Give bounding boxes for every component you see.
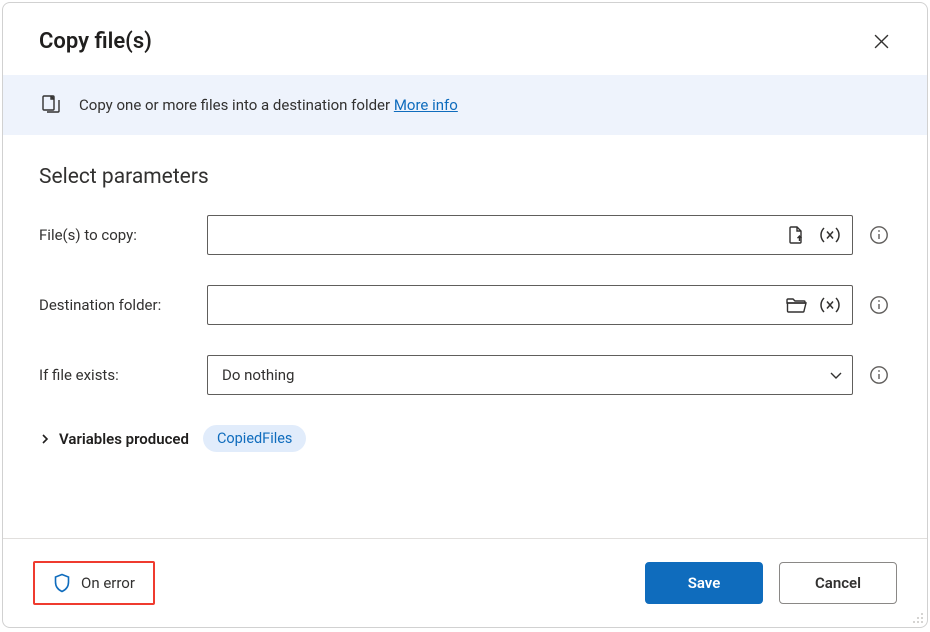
more-info-link[interactable]: More info (394, 96, 458, 114)
close-button[interactable] (865, 25, 897, 57)
variables-produced-toggle[interactable]: Variables produced (39, 430, 189, 448)
info-text: Copy one or more files into a destinatio… (79, 96, 458, 114)
files-to-copy-field[interactable] (207, 215, 853, 255)
variables-produced-label: Variables produced (59, 430, 189, 448)
insert-variable-button[interactable] (816, 291, 844, 319)
copy-files-dialog: Copy file(s) Copy one or more files into… (2, 2, 928, 628)
shield-icon (53, 573, 71, 593)
if-exists-value: Do nothing (222, 366, 822, 384)
destination-label: Destination folder: (39, 296, 207, 314)
dialog-body: Select parameters File(s) to copy: (3, 135, 927, 538)
files-to-copy-label: File(s) to copy: (39, 226, 207, 244)
variable-icon (818, 295, 842, 315)
info-icon (869, 225, 889, 245)
save-button[interactable]: Save (645, 562, 763, 604)
if-exists-select[interactable]: Do nothing (207, 355, 853, 395)
files-to-copy-help[interactable] (867, 223, 891, 247)
section-heading: Select parameters (39, 165, 891, 189)
info-icon (869, 295, 889, 315)
file-picker-icon (786, 225, 806, 245)
variable-chip-copiedfiles[interactable]: CopiedFiles (203, 425, 306, 452)
dialog-header: Copy file(s) (3, 3, 927, 75)
destination-input[interactable] (222, 286, 776, 324)
footer-actions: Save Cancel (645, 562, 897, 604)
on-error-button[interactable]: On error (33, 561, 155, 605)
variable-icon (818, 225, 842, 245)
param-row-if-exists: If file exists: Do nothing (39, 355, 891, 395)
insert-variable-button[interactable] (816, 221, 844, 249)
info-text-label: Copy one or more files into a destinatio… (79, 96, 390, 114)
if-exists-help[interactable] (867, 363, 891, 387)
info-icon (869, 365, 889, 385)
param-row-files-to-copy: File(s) to copy: (39, 215, 891, 255)
folder-icon (785, 295, 807, 315)
dialog-title: Copy file(s) (39, 29, 152, 54)
on-error-label: On error (81, 574, 135, 592)
close-icon (874, 34, 889, 49)
dialog-footer: On error Save Cancel (3, 538, 927, 627)
copy-files-icon (39, 93, 63, 117)
chevron-down-icon (828, 367, 844, 383)
files-to-copy-input[interactable] (222, 216, 776, 254)
destination-field[interactable] (207, 285, 853, 325)
if-exists-label: If file exists: (39, 366, 207, 384)
destination-help[interactable] (867, 293, 891, 317)
variables-produced-row: Variables produced CopiedFiles (39, 425, 891, 452)
cancel-button[interactable]: Cancel (779, 562, 897, 604)
param-row-destination: Destination folder: (39, 285, 891, 325)
select-file-button[interactable] (782, 221, 810, 249)
chevron-right-icon (39, 433, 51, 445)
info-bar: Copy one or more files into a destinatio… (3, 75, 927, 135)
select-folder-button[interactable] (782, 291, 810, 319)
